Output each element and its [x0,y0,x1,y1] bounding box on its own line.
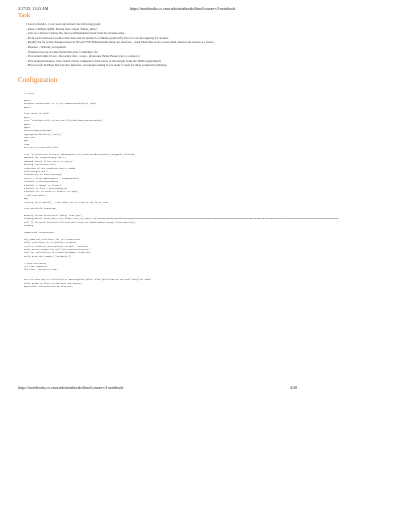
print-datetime: 2/17/25, 11:23 AM [18,6,49,11]
code-line: Equivalent Differences(from Flow-Out) [24,285,73,289]
task-description: I want to finish 1-1 over next and achie… [26,22,356,68]
page-number: 4/20 [290,385,298,390]
configuration-heading: Configuration [18,76,58,84]
print-url: https://notebooks.cs.cmu.edu/notebooks/h… [130,6,236,11]
configuration-code-cell: ## start mport datapsci.conversaker as l-#… [24,92,396,289]
task-heading: Task [18,12,31,19]
footer-url: https://notebooks.cs.cmu.edu/notebooks/h… [18,385,124,390]
task-line: - However (from Phase that set) also the… [26,63,167,68]
